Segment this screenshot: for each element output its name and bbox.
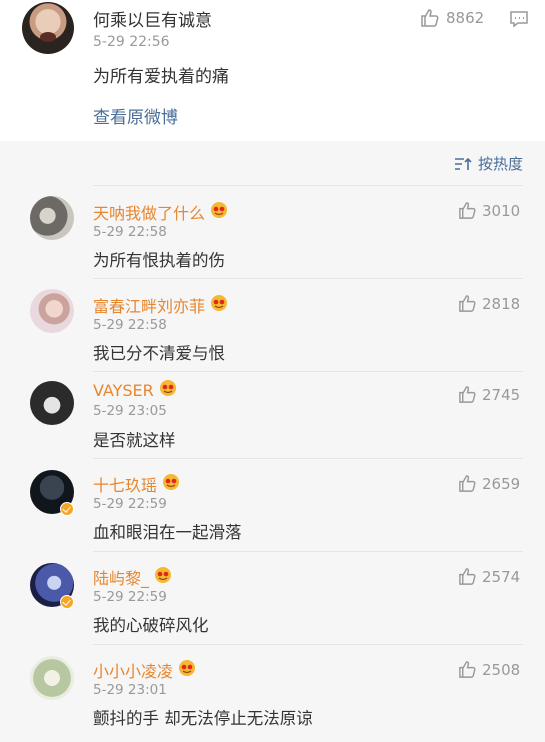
thumbs-up-icon: [459, 568, 476, 585]
commenter-name[interactable]: 陆屿黎_: [93, 565, 173, 589]
comment-text: 是否就这样: [93, 431, 176, 450]
post-time: 5-29 22:56: [93, 34, 170, 50]
post-author-name[interactable]: 何乘以巨有诚意: [93, 6, 212, 31]
commenter-name-text: 陆屿黎_: [93, 569, 150, 588]
commenter-avatar[interactable]: [30, 656, 74, 700]
comment-time: 5-29 22:59: [93, 589, 167, 605]
comment-text: 血和眼泪在一起滑落: [93, 523, 242, 542]
thumbs-up-icon: [459, 202, 476, 219]
divider: [93, 551, 523, 552]
divider: [93, 278, 523, 279]
comment-text: 我的心破碎风化: [93, 616, 209, 635]
divider: [93, 185, 523, 186]
sort-icon: [454, 157, 472, 170]
comment-time: 5-29 22:59: [93, 496, 167, 512]
comment-item: 富春江畔刘亦菲 5-29 22:58 我已分不清爱与恨 2818: [0, 278, 545, 371]
commenter-name[interactable]: VAYSER: [93, 379, 178, 401]
commenter-avatar[interactable]: [30, 381, 74, 425]
comment-item: 小小小凌凌 5-29 23:01 颤抖的手 却无法停止无法原谅 2508: [0, 644, 545, 742]
comment-text: 为所有恨执着的伤: [93, 251, 225, 270]
comment-item: 陆屿黎_ 5-29 22:59 我的心破碎风化 2574: [0, 551, 545, 644]
comment-like-button[interactable]: 2818: [458, 294, 520, 313]
post-text: 为所有爱执着的痛: [93, 67, 229, 87]
commenter-name-text: VAYSER: [93, 380, 154, 400]
sort-by-hot-button[interactable]: 按热度: [454, 153, 523, 174]
comment-like-count: 3010: [482, 201, 521, 220]
post-comment-button[interactable]: [509, 10, 529, 32]
sort-label: 按热度: [477, 155, 523, 173]
comment-like-count: 2818: [482, 294, 521, 313]
commenter-avatar[interactable]: [30, 196, 74, 240]
vip-badge-icon: [177, 659, 197, 681]
thumbs-up-icon: [459, 475, 476, 492]
comment-like-count: 2659: [482, 474, 521, 493]
vip-badge-icon: [209, 201, 229, 223]
comment-like-button[interactable]: 3010: [458, 201, 520, 220]
verified-badge-icon: [60, 502, 74, 516]
commenter-name[interactable]: 富春江畔刘亦菲: [93, 293, 229, 317]
comment-time: 5-29 23:05: [93, 403, 167, 419]
verified-badge-icon: [60, 595, 74, 609]
post-like-count: 8862: [446, 9, 485, 27]
post-author-avatar[interactable]: [22, 2, 74, 54]
comment-time: 5-29 22:58: [93, 224, 167, 240]
commenter-name[interactable]: 天呐我做了什么: [93, 200, 229, 224]
commenter-name-text: 小小小凌凌: [93, 662, 174, 681]
comment-time: 5-29 22:58: [93, 317, 167, 333]
comments-section: 按热度 天呐我做了什么 5-29 22:58 为所有恨执着的伤 3010 富春江…: [0, 141, 545, 742]
vip-badge-icon: [153, 566, 173, 588]
comment-like-button[interactable]: 2659: [458, 474, 520, 493]
vip-badge-icon: [209, 294, 229, 316]
divider: [93, 371, 523, 372]
thumbs-up-icon: [459, 661, 476, 678]
comment-item: 十七玖瑶 5-29 22:59 血和眼泪在一起滑落 2659: [0, 458, 545, 551]
commenter-name[interactable]: 十七玖瑶: [93, 472, 181, 496]
comment-like-button[interactable]: 2745: [458, 385, 520, 404]
comment-like-button[interactable]: 2508: [458, 660, 520, 679]
commenter-name[interactable]: 小小小凌凌: [93, 658, 197, 682]
vip-badge-icon: [158, 379, 178, 401]
thumbs-up-icon: [459, 295, 476, 312]
divider: [93, 644, 523, 645]
comment-item: 天呐我做了什么 5-29 22:58 为所有恨执着的伤 3010: [0, 185, 545, 278]
comment-text: 我已分不清爱与恨: [93, 344, 225, 363]
comment-item: VAYSER 5-29 23:05 是否就这样 2745: [0, 371, 545, 458]
comment-like-button[interactable]: 2574: [458, 567, 520, 586]
thumbs-up-icon: [421, 9, 439, 27]
comment-like-count: 2745: [482, 385, 521, 404]
comment-like-count: 2574: [482, 567, 521, 586]
commenter-avatar[interactable]: [30, 289, 74, 333]
vip-badge-icon: [161, 473, 181, 495]
post-like-button[interactable]: 8862: [420, 8, 484, 28]
comment-time: 5-29 23:01: [93, 682, 167, 698]
view-original-link[interactable]: 查看原微博: [93, 103, 178, 128]
comment-bubble-icon: [510, 11, 528, 28]
comment-like-count: 2508: [482, 660, 521, 679]
weibo-post: 何乘以巨有诚意 5-29 22:56 为所有爱执着的痛 查看原微博 8862: [0, 0, 545, 141]
thumbs-up-icon: [459, 386, 476, 403]
commenter-name-text: 十七玖瑶: [93, 476, 158, 495]
commenter-name-text: 天呐我做了什么: [93, 204, 206, 223]
comment-text: 颤抖的手 却无法停止无法原谅: [93, 709, 313, 728]
commenter-name-text: 富春江畔刘亦菲: [93, 297, 206, 316]
divider: [93, 458, 523, 459]
